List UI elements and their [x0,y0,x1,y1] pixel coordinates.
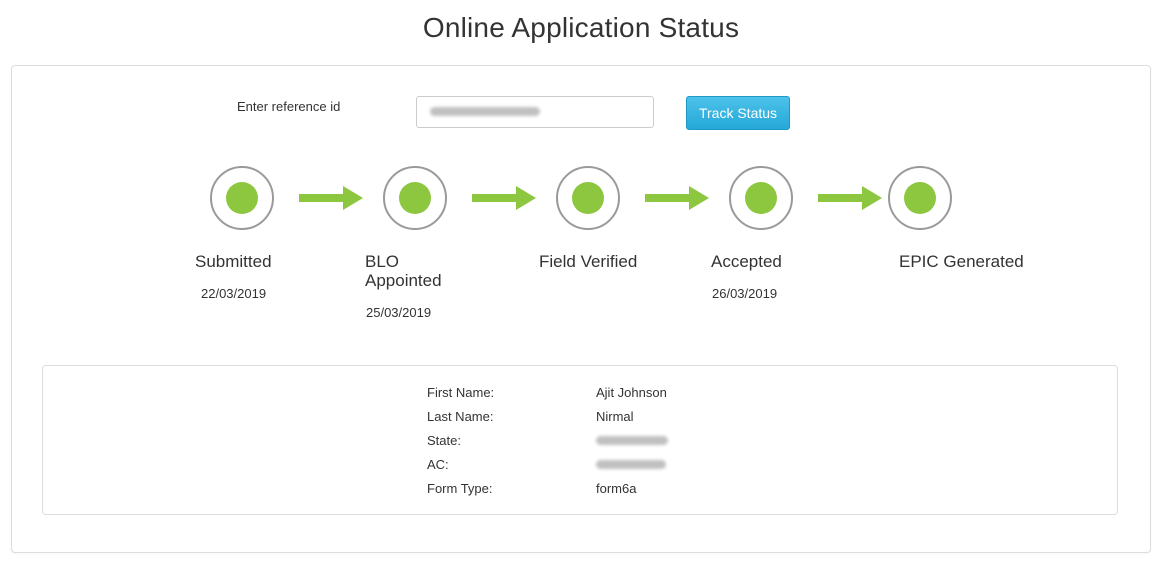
detail-value-form-type: form6a [596,481,637,496]
step-accepted-circle [729,166,793,230]
step-label-epic-generated: EPIC Generated [899,252,1024,271]
arrow-right-icon [818,186,882,210]
detail-label-ac: AC: [427,457,449,472]
page-title: Online Application Status [422,12,740,43]
step-date-submitted: 22/03/2019 [201,286,267,301]
detail-label-first-name: First Name: [427,385,495,400]
detail-label-last-name: Last Name: [427,409,494,424]
detail-label-state: State: [427,433,461,448]
reference-id-label: Enter reference id [237,99,341,114]
completed-dot-icon [745,182,777,214]
detail-value-last-name: Nirmal [596,409,634,424]
step-date-accepted: 26/03/2019 [712,286,778,301]
arrow-right-icon [299,186,363,210]
step-label-blo-appointed: BLO Appointed [365,252,442,290]
detail-label-form-type: Form Type: [427,481,493,496]
step-submitted-circle [210,166,274,230]
step-epic-generated-circle [888,166,952,230]
arrow-right-icon [472,186,536,210]
application-status-page: Online Application Status Enter referenc… [0,0,1169,580]
completed-dot-icon [226,182,258,214]
track-status-button[interactable]: Track Status [686,96,790,130]
completed-dot-icon [399,182,431,214]
step-field-verified-circle [556,166,620,230]
step-blo-appointed-circle [383,166,447,230]
completed-dot-icon [572,182,604,214]
redacted-state-value [596,436,668,445]
arrow-right-icon [645,186,709,210]
step-date-blo-appointed: 25/03/2019 [366,305,432,320]
step-label-accepted: Accepted [711,252,782,271]
detail-value-first-name: Ajit Johnson [596,385,667,400]
redacted-reference-id [430,107,540,116]
step-label-field-verified: Field Verified [539,252,638,271]
completed-dot-icon [904,182,936,214]
step-label-submitted: Submitted [195,252,272,271]
redacted-ac-value [596,460,666,469]
applicant-details-panel [42,365,1118,515]
